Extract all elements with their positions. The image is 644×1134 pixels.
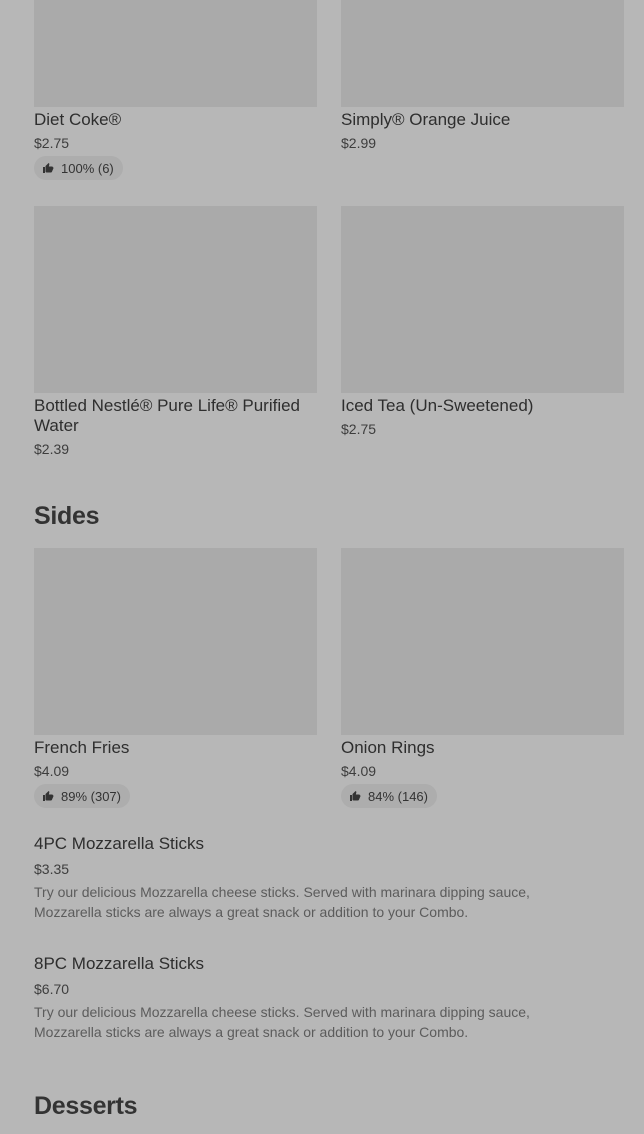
menu-item-card[interactable]: Iced Tea (Un-Sweetened) $2.75 (341, 206, 624, 437)
menu-list-item[interactable]: 4PC Mozzarella Sticks $3.35 Try our deli… (34, 834, 594, 922)
item-name: French Fries (34, 738, 130, 757)
item-name: Simply® Orange Juice (341, 110, 511, 129)
item-image-placeholder (34, 206, 317, 393)
item-price: $6.70 (34, 981, 70, 997)
item-price: $3.35 (34, 861, 70, 877)
item-image-placeholder (341, 548, 624, 735)
rating-badge: 89% (307) (34, 784, 130, 808)
thumbs-up-icon (43, 163, 54, 173)
item-image-placeholder (341, 206, 624, 393)
rating-badge: 100% (6) (34, 156, 123, 180)
menu-list-item[interactable]: 8PC Mozzarella Sticks $6.70 Try our deli… (34, 954, 594, 1042)
rating-badge: 84% (146) (341, 784, 437, 808)
item-price: $2.99 (341, 135, 377, 151)
item-price: $2.75 (34, 135, 70, 151)
thumbs-up-icon (43, 791, 54, 801)
menu-item-card[interactable]: French Fries $4.09 89% (307) (34, 548, 317, 808)
item-name: Iced Tea (Un-Sweetened) (341, 396, 534, 415)
thumbs-up-icon (350, 791, 361, 801)
item-image-placeholder (34, 548, 317, 735)
menu-page: Diet Coke® $2.75 100% (6) Simply® Orange… (0, 0, 644, 1134)
item-name: Onion Rings (341, 738, 435, 757)
menu-item-card[interactable]: Diet Coke® $2.75 100% (6) (34, 0, 317, 180)
rating-text: 100% (6) (61, 160, 114, 176)
menu-item-card[interactable]: Bottled Nestlé® Pure Life® Purified Wate… (34, 206, 317, 457)
item-price: $4.09 (34, 763, 70, 779)
item-name: 8PC Mozzarella Sticks (34, 954, 205, 973)
item-description: Try our delicious Mozzarella cheese stic… (34, 1004, 530, 1040)
rating-text: 84% (146) (368, 788, 428, 804)
section-title-desserts: Desserts (34, 1092, 138, 1120)
menu-item-card[interactable]: Simply® Orange Juice $2.99 (341, 0, 624, 151)
menu-item-card[interactable]: Onion Rings $4.09 84% (146) (341, 548, 624, 808)
item-price: $2.39 (34, 441, 70, 457)
section-title-sides: Sides (34, 502, 100, 530)
rating-text: 89% (307) (61, 788, 121, 804)
item-name: 4PC Mozzarella Sticks (34, 834, 205, 853)
item-name: Diet Coke® (34, 110, 122, 129)
item-image-placeholder (341, 0, 624, 107)
item-price: $2.75 (341, 421, 377, 437)
item-image-placeholder (34, 0, 317, 107)
item-description: Try our delicious Mozzarella cheese stic… (34, 884, 530, 920)
item-name: Bottled Nestlé® Pure Life® Purified Wate… (34, 396, 301, 435)
item-price: $4.09 (341, 763, 377, 779)
